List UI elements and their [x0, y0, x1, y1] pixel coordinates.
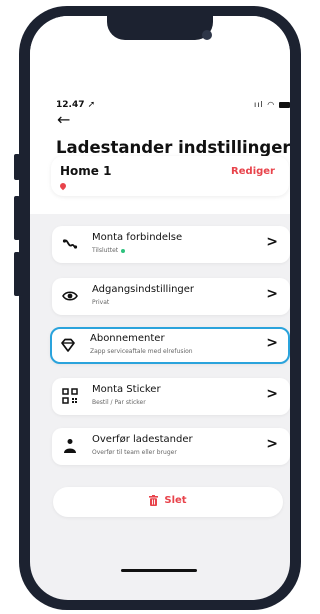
transfer-user-icon	[64, 439, 76, 453]
phone-side-button	[14, 196, 20, 240]
edit-link[interactable]: Rediger	[231, 166, 275, 177]
location-pin-icon	[58, 181, 68, 191]
menu-item-title: Monta forbindelse	[92, 232, 183, 243]
signal-icon: ııl	[254, 100, 264, 109]
menu-item-transfer-charger[interactable]: Overfør ladestander Overfør til team ell…	[52, 428, 290, 465]
camera-icon	[202, 30, 212, 40]
page-title: Ladestander indstillinger	[56, 138, 290, 157]
wifi-icon: ◠	[267, 100, 276, 109]
notch	[107, 16, 213, 40]
home-indicator[interactable]	[121, 569, 197, 572]
chevron-right-icon: >	[266, 386, 278, 402]
menu-item-subtitle: Bestil / Par sticker	[92, 399, 146, 406]
trash-icon	[149, 495, 159, 506]
connection-icon	[62, 239, 78, 249]
battery-icon	[278, 101, 290, 108]
menu-item-access-settings[interactable]: Adgangsindstillinger Privat >	[52, 278, 290, 315]
menu-item-monta-sticker[interactable]: Monta Sticker Bestil / Par sticker >	[52, 378, 290, 415]
chevron-right-icon: >	[266, 335, 278, 351]
menu-item-subtitle: Overfør til team eller bruger	[92, 449, 177, 456]
delete-label: Slet	[164, 495, 187, 506]
menu-item-monta-connection[interactable]: Monta forbindelse Tilsluttet >	[52, 226, 290, 263]
menu-item-subscriptions[interactable]: Abonnementer Zapp serviceaftale med elre…	[50, 327, 290, 364]
phone-side-button	[14, 252, 20, 296]
phone-screen: 12.47 ➚ ııl ◠ ← Ladestander indstillinge…	[30, 16, 290, 600]
menu-item-title: Adgangsindstillinger	[92, 284, 195, 295]
menu-item-subtitle: Privat	[92, 299, 110, 306]
phone-side-button	[14, 154, 20, 180]
home-card: Home 1 Rediger	[51, 156, 289, 196]
menu-item-title: Overfør ladestander	[92, 434, 193, 445]
status-time: 12.47 ➚	[56, 100, 96, 110]
menu-item-title: Monta Sticker	[92, 384, 161, 395]
arrow-left-icon[interactable]: ←	[57, 112, 70, 128]
diamond-icon	[61, 338, 75, 352]
home-name: Home 1	[60, 164, 112, 178]
menu-item-title: Abonnementer	[90, 333, 165, 344]
status-icons: ııl ◠	[254, 100, 290, 109]
delete-button[interactable]: Slet	[53, 487, 283, 517]
chevron-right-icon: >	[266, 286, 278, 302]
chevron-right-icon: >	[266, 234, 278, 250]
menu-item-subtitle: Tilsluttet	[92, 247, 126, 254]
chevron-right-icon: >	[266, 436, 278, 452]
eye-icon	[62, 291, 78, 301]
status-dot	[121, 248, 126, 253]
menu-item-subtitle: Zapp serviceaftale med elrefusion	[90, 348, 193, 355]
qr-code-icon	[62, 388, 78, 404]
